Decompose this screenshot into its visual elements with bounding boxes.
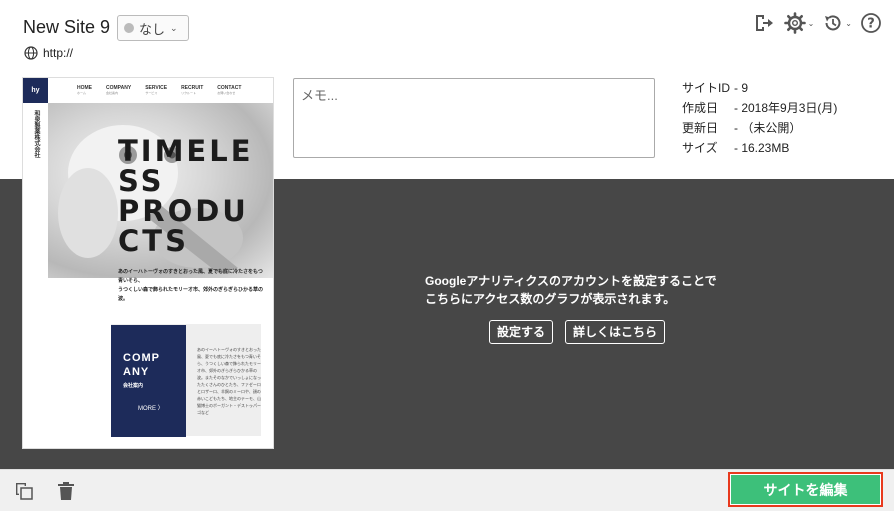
site-preview-thumbnail[interactable]: hy 和泉製薬株式会社 HOME ホーム COMPANY 会社案内 SERVICE サ… [23, 78, 273, 448]
preview-nav-sub: 会社案内 [106, 91, 119, 95]
history-menu[interactable]: ⌄ [822, 10, 852, 36]
duplicate-icon[interactable] [14, 481, 34, 501]
hero-line: CTS [118, 224, 189, 258]
preview-company-name: 和泉製薬株式会社 [33, 110, 39, 158]
preview-nav-item: SERVICE サービス [145, 85, 167, 95]
meta-row: サイズ - 16.23MB [682, 138, 837, 158]
globe-icon [24, 46, 38, 60]
site-url-row: http:// [24, 46, 73, 60]
meta-value: - 2018年9月3日(月) [734, 101, 838, 115]
meta-value: - 9 [734, 81, 749, 95]
preview-company-sub: 会社案内 [123, 383, 144, 389]
preview-logo: hy [23, 78, 48, 103]
preview-nav: HOME ホーム COMPANY 会社案内 SERVICE サービス RECRUIT リ… [77, 85, 241, 95]
meta-row: 更新日 - （未公開） [682, 118, 837, 138]
learn-more-button[interactable]: 詳しくはこちら [565, 320, 666, 344]
meta-row: サイトID - 9 [682, 78, 837, 98]
copy-line: 青いそら、 [118, 278, 144, 284]
meta-value: - （未公開） [734, 121, 802, 135]
preview-company-card: COMP ANY 会社案内 MORE 〉 [111, 325, 186, 437]
preview-hero-title: TIMELE SS PRODU CTS [118, 136, 254, 256]
preview-nav-sub: リクルート [181, 91, 196, 95]
meta-key: 作成日 [682, 101, 719, 115]
preview-nav-item: COMPANY 会社案内 [106, 85, 131, 95]
gear-icon [783, 12, 806, 34]
hero-line: TIMELE [118, 134, 254, 168]
meta-row: 作成日 - 2018年9月3日(月) [682, 98, 837, 118]
status-dot [124, 23, 134, 33]
site-meta: サイトID - 9 作成日 - 2018年9月3日(月) 更新日 - （未公開）… [682, 78, 837, 158]
company-title-line: COMP [123, 352, 160, 364]
analytics-buttons: 設定する 詳しくはこちら [489, 320, 666, 344]
top-toolbar: ⌄ ⌄ ? [753, 10, 882, 36]
memo-field[interactable] [293, 78, 655, 158]
preview-copy: あのイーハトーヴォのすきとおった風、夏でも底に冷たさをもつ 青いそら、 うつくし… [118, 268, 268, 304]
site-title[interactable]: New Site 9 [23, 17, 110, 38]
settings-menu[interactable]: ⌄ [783, 10, 815, 36]
preview-nav-item: RECRUIT リクルート [181, 85, 203, 95]
status-select[interactable]: なし ⌄ [117, 15, 189, 41]
chevron-down-icon: ⌄ [845, 18, 852, 28]
company-title-line: ANY [123, 366, 150, 378]
preview-nav-sub: お問い合わせ [217, 91, 236, 95]
preview-nav-sub: サービス [145, 91, 158, 95]
preview-nav-item: CONTACT お問い合わせ [217, 85, 241, 95]
help-icon[interactable]: ? [860, 10, 882, 36]
chevron-down-icon: ⌄ [170, 22, 178, 33]
chevron-down-icon: ⌄ [807, 18, 815, 28]
copy-line: うつくしい森で飾られたモリーオ市、郊外のぎらぎらひかる草の [118, 287, 264, 293]
analytics-message-line: こちらにアクセス数のグラフが表示されます。 [425, 292, 676, 306]
preview-nav-item: HOME ホーム [77, 85, 92, 95]
preview-company-title: COMP ANY [123, 351, 160, 379]
setup-analytics-button[interactable]: 設定する [489, 320, 554, 344]
edit-site-label: サイトを編集 [731, 475, 880, 504]
copy-line: あのイーハトーヴォのすきとおった風、夏でも底に冷たさをもつ [118, 269, 263, 275]
meta-key: サイズ [682, 141, 718, 155]
svg-text:?: ? [867, 17, 875, 32]
analytics-message: Googleアナリティクスのアカウントを設定することで こちらにアクセス数のグラ… [425, 272, 717, 308]
analytics-message-line: Googleアナリティクスのアカウントを設定することで [425, 274, 717, 288]
trash-icon[interactable] [56, 481, 76, 501]
hero-line: SS [118, 164, 165, 198]
meta-key: 更新日 [682, 121, 719, 135]
preview-nav-sub: ホーム [77, 91, 86, 95]
status-label: なし [139, 21, 166, 37]
preview-more-link: MORE 〉 [138, 406, 164, 412]
copy-line: 波。 [118, 296, 129, 302]
exit-icon[interactable] [753, 10, 775, 36]
hero-line: PRODU [118, 194, 249, 228]
edit-site-button[interactable]: サイトを編集 [728, 472, 883, 507]
meta-value: - 16.23MB [734, 141, 790, 155]
meta-key: サイトID [682, 81, 731, 95]
site-url[interactable]: http:// [43, 46, 73, 60]
footer-bar: サイトを編集 [0, 469, 894, 511]
history-icon [825, 15, 841, 31]
preview-company-text: あのイーハトーヴォのすきとおった風、夏でも底に冷たさをもつ青いそら、うつくしい森… [197, 347, 262, 415]
